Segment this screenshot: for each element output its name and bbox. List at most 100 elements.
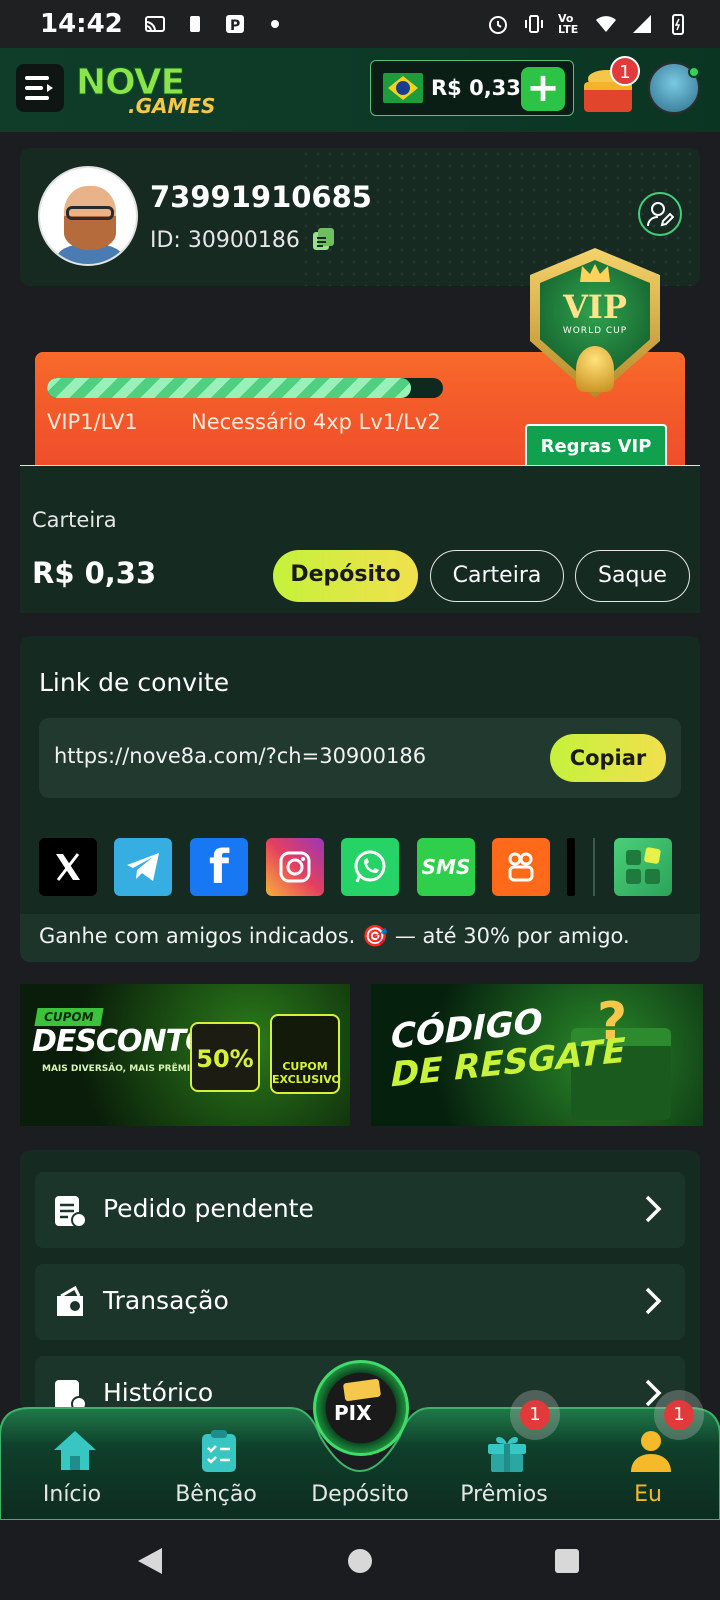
nav-me[interactable]: Eu 1 <box>588 1400 708 1520</box>
invite-link: https://nove8a.com/?ch=30900186 <box>54 744 427 768</box>
header-balance[interactable]: R$ 0,33 + <box>370 60 574 116</box>
instagram-icon <box>279 851 311 883</box>
wifi-icon <box>596 16 616 32</box>
logo-subtext: .GAMES <box>128 94 216 118</box>
vip-requirement: Necessário 4xp Lv1/Lv2 <box>191 410 441 434</box>
nav-label: Depósito <box>311 1482 409 1507</box>
vip-rules-button[interactable]: Regras VIP <box>525 424 667 468</box>
volte-indicator: Vo LTE <box>558 12 579 36</box>
vip-progress-fill <box>47 378 412 398</box>
share-facebook-button[interactable]: f <box>190 838 248 896</box>
invite-link-box: https://nove8a.com/?ch=30900186 Copiar <box>39 718 681 798</box>
chevron-right-icon <box>645 1379 662 1407</box>
brazil-flag-icon <box>383 73 423 103</box>
nav-prizes[interactable]: Prêmios 1 <box>444 1400 564 1520</box>
share-x-button[interactable] <box>39 838 97 896</box>
invite-title: Link de convite <box>39 668 230 697</box>
menu-item-transactions[interactable]: Transação <box>35 1264 685 1340</box>
invite-footer-text: Ganhe com amigos indicados. 🎯 — até 30% … <box>39 924 630 948</box>
header-avatar[interactable] <box>648 62 700 114</box>
nav-home[interactable]: Início <box>12 1410 132 1520</box>
nav-label: Eu <box>634 1482 662 1507</box>
user-id: ID: 30900186 <box>150 228 300 253</box>
share-whatsapp-button[interactable] <box>341 838 399 896</box>
chest-badge: 1 <box>610 56 640 86</box>
user-avatar[interactable] <box>38 166 138 266</box>
share-telegram-button[interactable] <box>114 838 172 896</box>
wallet-section: Carteira R$ 0,33 Depósito Carteira Saque <box>20 465 700 613</box>
parking-app-icon: P <box>225 15 244 34</box>
app-header: NOVE .GAMES R$ 0,33 + 1 <box>0 48 720 132</box>
discount-coupon-banner[interactable]: CUPOM DESCONTO MAIS DIVERSÃO, MAIS PRÊMI… <box>20 984 350 1126</box>
recents-icon[interactable] <box>554 1548 580 1574</box>
prizes-badge: 1 <box>520 1400 550 1430</box>
nav-blessing[interactable]: Bênção <box>156 1410 276 1520</box>
share-sms-button[interactable]: SMS <box>417 838 475 896</box>
more-share-options-button[interactable] <box>614 838 672 896</box>
wallet-balance: R$ 0,33 <box>32 556 157 590</box>
battery-icon <box>672 14 684 35</box>
alarm-icon <box>489 16 507 34</box>
menu-item-label: Transação <box>103 1286 229 1315</box>
deposit-button[interactable]: Depósito <box>273 550 418 602</box>
nav-label: Início <box>42 1482 102 1507</box>
edit-profile-button[interactable] <box>638 192 682 236</box>
vibrate-icon <box>525 15 543 33</box>
system-nav-bar <box>0 1520 720 1600</box>
invite-card: Link de convite https://nove8a.com/?ch=3… <box>20 636 700 962</box>
share-instagram-button[interactable] <box>266 838 324 896</box>
x-icon <box>56 853 80 881</box>
home-icon <box>54 1431 96 1470</box>
kwai-icon <box>508 852 534 882</box>
crown-icon <box>580 264 610 282</box>
vip-badge-title: VIP <box>563 288 627 326</box>
whatsapp-icon <box>354 850 386 883</box>
copy-link-button[interactable]: Copiar <box>550 734 666 782</box>
social-share-row: f SMS <box>39 838 689 896</box>
social-divider <box>593 838 595 896</box>
chevron-right-icon <box>645 1195 662 1223</box>
user-edit-icon <box>647 202 674 227</box>
add-funds-button[interactable]: + <box>521 67 565 111</box>
clock: 14:42 <box>40 9 123 39</box>
redeem-code-banner[interactable]: ? CÓDIGO DE RESGATE <box>371 984 703 1126</box>
header-balance-amount: R$ 0,33 <box>431 76 521 100</box>
status-bar: 14:42 P Vo LTE <box>0 0 720 48</box>
wallet-button[interactable]: Carteira <box>430 550 564 602</box>
back-icon[interactable] <box>136 1546 164 1576</box>
nav-label: Prêmios <box>460 1482 548 1507</box>
home-button-icon[interactable] <box>347 1548 373 1574</box>
menu-button[interactable] <box>16 64 64 112</box>
gift-icon <box>488 1437 526 1472</box>
pix-deposit-button[interactable]: PIX <box>313 1360 409 1456</box>
withdraw-button[interactable]: Saque <box>575 550 690 602</box>
pix-label: PIX <box>334 1401 372 1425</box>
menu-item-pending-orders[interactable]: Pedido pendente <box>35 1172 685 1248</box>
svg-text:P: P <box>230 18 240 34</box>
user-icon <box>631 1431 671 1472</box>
vibrate-app-icon <box>189 16 200 32</box>
brand-logo[interactable]: NOVE .GAMES <box>75 60 226 120</box>
history-icon <box>55 1380 87 1410</box>
vip-progress-bar <box>47 378 443 398</box>
vip-badge: VIP WORLD CUP <box>520 248 670 418</box>
notification-dot-icon <box>270 20 279 28</box>
treasure-chest-button[interactable]: 1 <box>582 56 640 116</box>
online-indicator <box>688 66 700 78</box>
discount-percent: 50% <box>190 1022 260 1092</box>
pending-orders-icon <box>55 1196 87 1228</box>
money-icon <box>343 1378 381 1401</box>
discount-subtitle: MAIS DIVERSÃO, MAIS PRÊMIOS! <box>42 1064 209 1074</box>
cast-icon <box>144 16 165 32</box>
copy-id-icon[interactable] <box>310 226 336 252</box>
sms-icon: SMS <box>421 855 471 879</box>
nav-label: Bênção <box>175 1482 257 1507</box>
invite-footer: Ganhe com amigos indicados. 🎯 — até 30% … <box>20 914 700 962</box>
chevron-right-icon <box>645 1287 662 1315</box>
me-badge: 1 <box>664 1400 694 1430</box>
apps-grid-icon <box>626 847 661 884</box>
share-kwai-button[interactable] <box>492 838 550 896</box>
share-more-partial[interactable] <box>567 838 575 896</box>
hamburger-icon <box>25 76 53 100</box>
signal-icon <box>633 15 651 33</box>
